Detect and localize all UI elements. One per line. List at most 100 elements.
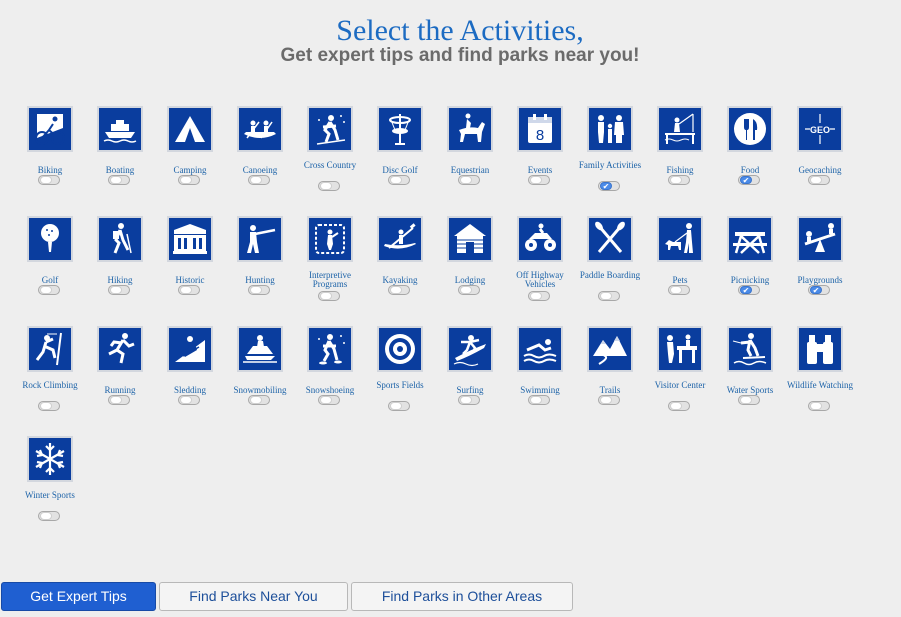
activity-toggle[interactable]: [598, 395, 620, 405]
activity-toggle[interactable]: [38, 401, 60, 411]
family-icon[interactable]: [587, 106, 633, 152]
activity-label: Hunting: [245, 275, 275, 285]
water-ski-icon[interactable]: [727, 326, 773, 372]
cross-country-ski-icon[interactable]: [307, 106, 353, 152]
calendar-icon[interactable]: 8: [517, 106, 563, 152]
activity-toggle[interactable]: ✔: [738, 285, 760, 295]
dog-walker-icon[interactable]: [657, 216, 703, 262]
activity-toggle[interactable]: [388, 401, 410, 411]
activity-toggle[interactable]: [598, 291, 620, 301]
activity-toggle[interactable]: [318, 291, 340, 301]
binoculars-icon[interactable]: [797, 326, 843, 372]
snowflake-icon[interactable]: [27, 436, 73, 482]
activity-toggle[interactable]: [808, 175, 830, 185]
toggle-knob: [460, 176, 472, 184]
visitor-center-icon[interactable]: [657, 326, 703, 372]
hiker-icon[interactable]: [97, 216, 143, 262]
interpretive-programs-icon[interactable]: [307, 216, 353, 262]
snowmobile-icon[interactable]: [237, 326, 283, 372]
toggle-knob: [530, 176, 542, 184]
activity-toggle[interactable]: [108, 285, 130, 295]
hunter-icon[interactable]: [237, 216, 283, 262]
toggle-knob: [390, 402, 402, 410]
kayak-icon[interactable]: [377, 216, 423, 262]
find-parks-near-you-button[interactable]: Find Parks Near You: [159, 582, 348, 611]
mountain-trail-icon[interactable]: [587, 326, 633, 372]
activity-toggle[interactable]: ✔: [808, 285, 830, 295]
toggle-knob: [110, 176, 122, 184]
get-expert-tips-button[interactable]: Get Expert Tips: [1, 582, 156, 611]
activity-label: Fishing: [666, 165, 694, 175]
fork-knife-icon[interactable]: [727, 106, 773, 152]
activity-toggle[interactable]: ✔: [738, 175, 760, 185]
activity-toggle[interactable]: [388, 285, 410, 295]
canoe-icon[interactable]: [237, 106, 283, 152]
activity-toggle[interactable]: [528, 395, 550, 405]
activity-toggle[interactable]: [808, 401, 830, 411]
activity-toggle[interactable]: [388, 175, 410, 185]
activity-toggle[interactable]: [178, 285, 200, 295]
picnic-table-icon[interactable]: [727, 216, 773, 262]
activity-toggle[interactable]: [528, 175, 550, 185]
activity-label: Trails: [599, 385, 621, 395]
swimmer-icon[interactable]: [517, 326, 563, 372]
activity-toggle[interactable]: [38, 175, 60, 185]
paddles-icon[interactable]: [587, 216, 633, 262]
toggle-knob: [740, 396, 752, 404]
activity-toggle[interactable]: [668, 175, 690, 185]
activity-toggle[interactable]: [668, 401, 690, 411]
activity-toggle[interactable]: [458, 395, 480, 405]
find-parks-other-areas-button[interactable]: Find Parks in Other Areas: [351, 582, 573, 611]
activity-toggle[interactable]: [738, 395, 760, 405]
activity-toggle[interactable]: [668, 285, 690, 295]
activity-toggle[interactable]: [108, 395, 130, 405]
cabin-icon[interactable]: [447, 216, 493, 262]
toggle-knob: [810, 176, 822, 184]
activity-toggle[interactable]: [38, 285, 60, 295]
activity-toggle[interactable]: [458, 175, 480, 185]
geo-icon[interactable]: GEO: [797, 106, 843, 152]
activity-label: Off Highway Vehicles: [516, 270, 564, 289]
activity-toggle[interactable]: ✔: [598, 181, 620, 191]
activity-toggle[interactable]: [178, 175, 200, 185]
activity-toggle[interactable]: [248, 285, 270, 295]
activity-toggle[interactable]: [458, 285, 480, 295]
activity-toggle[interactable]: [38, 511, 60, 521]
activity-label: Interpretive Programs: [309, 270, 351, 289]
toggle-knob: [670, 286, 682, 294]
activity-toggle[interactable]: [178, 395, 200, 405]
tent-icon[interactable]: [167, 106, 213, 152]
toggle-knob: [180, 286, 192, 294]
activity-toggle[interactable]: [528, 291, 550, 301]
atv-icon[interactable]: [517, 216, 563, 262]
snowshoer-icon[interactable]: [307, 326, 353, 372]
horse-rider-icon[interactable]: [447, 106, 493, 152]
activity-toggle[interactable]: [108, 175, 130, 185]
surfer-icon[interactable]: [447, 326, 493, 372]
activity-label: Rock Climbing: [22, 380, 78, 390]
activity-label: Pets: [672, 275, 688, 285]
seesaw-icon[interactable]: [797, 216, 843, 262]
golf-ball-icon[interactable]: [27, 216, 73, 262]
toggle-knob: [390, 286, 402, 294]
sled-icon[interactable]: [167, 326, 213, 372]
activity-toggle[interactable]: [248, 395, 270, 405]
bike-icon[interactable]: [27, 106, 73, 152]
activity-label: Family Activities: [578, 160, 642, 170]
boat-icon[interactable]: [97, 106, 143, 152]
toggle-knob: [40, 286, 52, 294]
runner-icon[interactable]: [97, 326, 143, 372]
activity-toggle[interactable]: [318, 395, 340, 405]
disc-golf-basket-icon[interactable]: [377, 106, 423, 152]
activity-label: Boating: [105, 165, 135, 175]
climber-icon[interactable]: [27, 326, 73, 372]
activity-label: Food: [740, 165, 760, 175]
target-icon[interactable]: [377, 326, 423, 372]
activity-label: Equestrian: [450, 165, 490, 175]
toggle-knob: [810, 402, 822, 410]
activity-toggle[interactable]: [318, 181, 340, 191]
fishing-icon[interactable]: [657, 106, 703, 152]
activity-toggle[interactable]: [248, 175, 270, 185]
historic-building-icon[interactable]: [167, 216, 213, 262]
activity-label: Disc Golf: [382, 165, 418, 175]
